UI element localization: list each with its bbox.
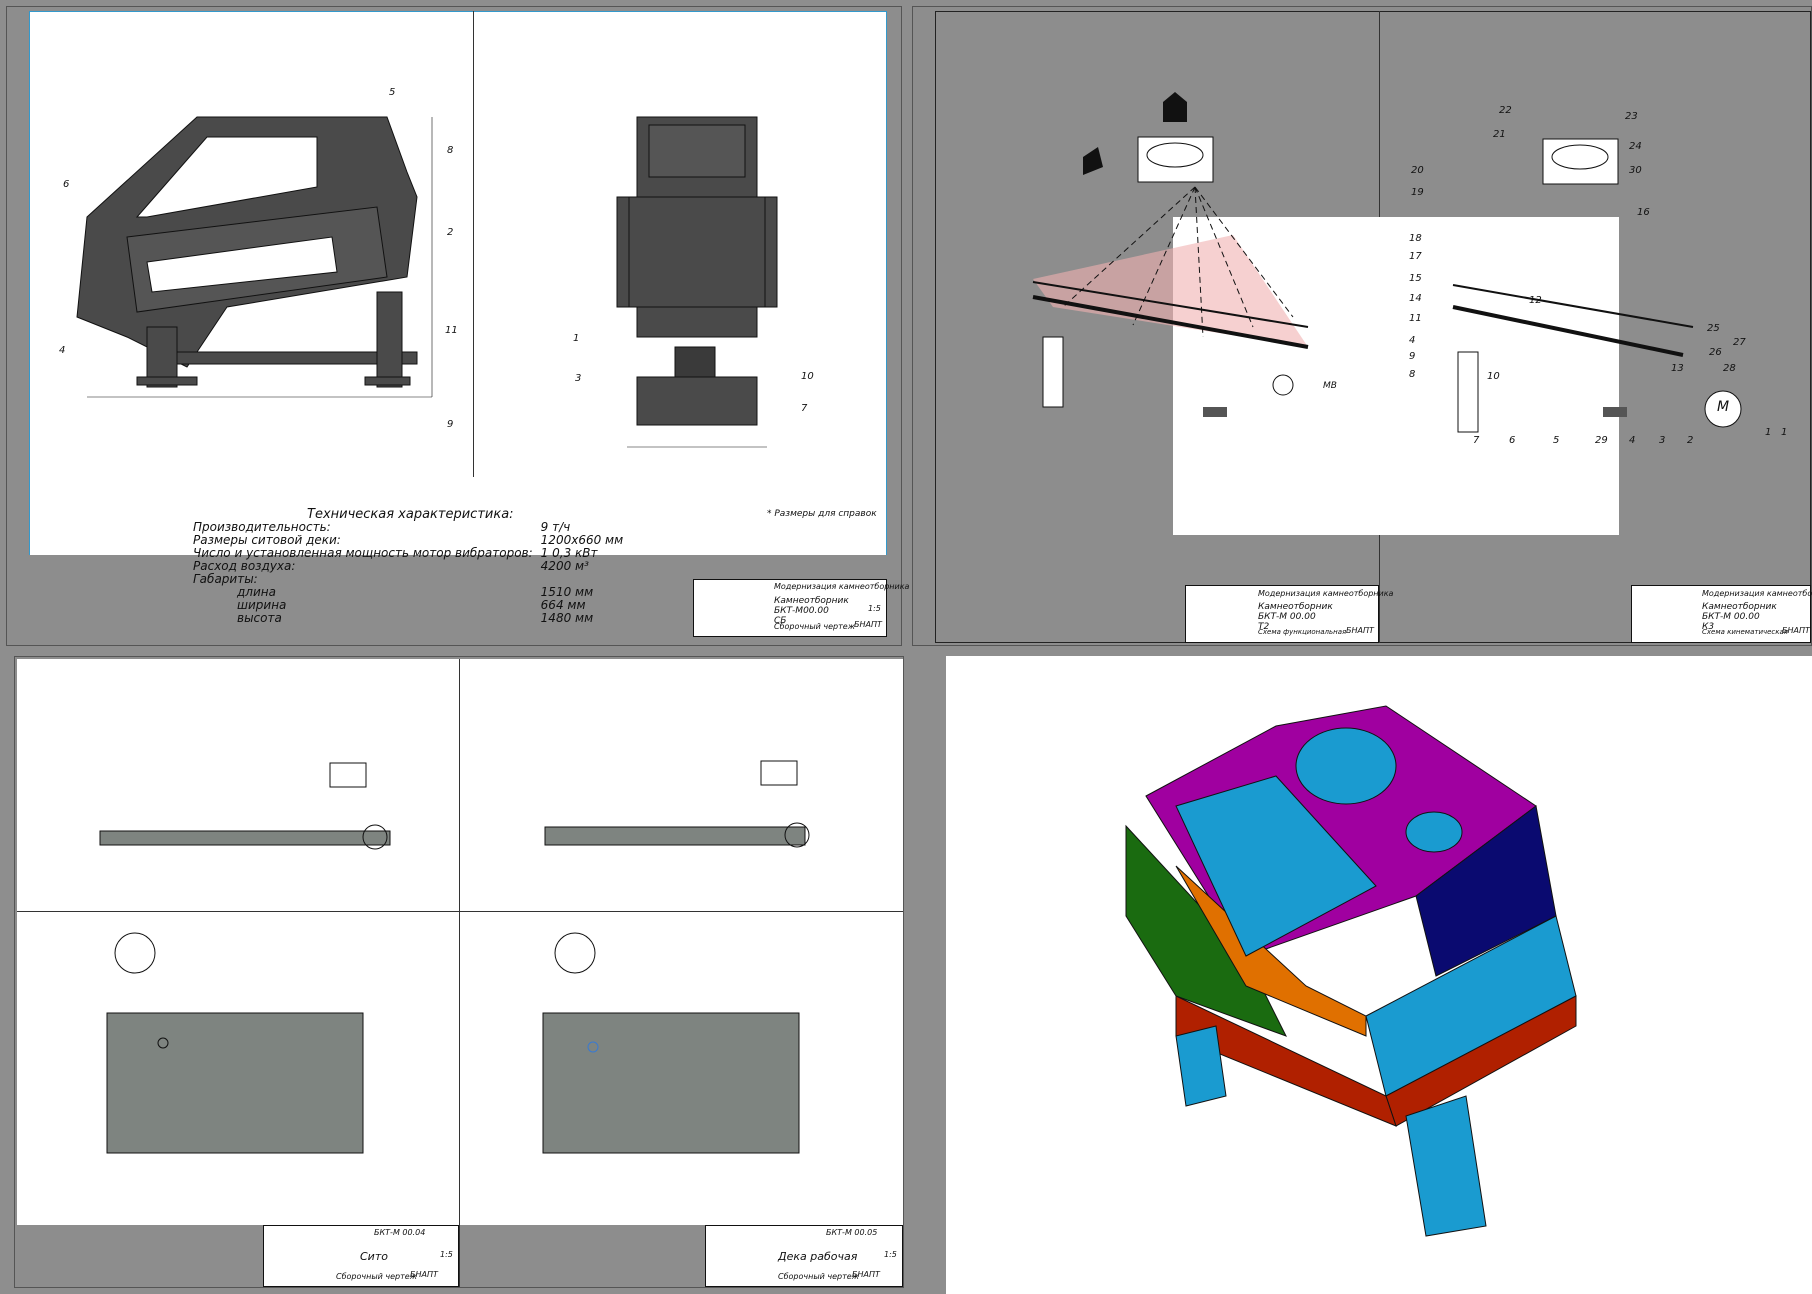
callout-13: 13 [1671,363,1684,374]
callout-30: 30 [1629,165,1642,176]
callout-11: 11 [445,325,458,336]
callout-2: 2 [447,227,454,238]
sheet-schemes: МВ M 22 23 21 24 30 20 19 16 18 17 15 14… [912,6,1812,646]
3d-machine-model [1125,705,1577,1237]
callout-28: 28 [1723,363,1736,374]
title-block-sieve: БКТ-М 00.04 Сито 1:5 Сборочный чертеж БН… [263,1225,459,1287]
callout-10: 10 [801,371,814,382]
motor-label: M [1717,399,1730,415]
callout-7: 7 [1473,435,1480,446]
callout-2: 2 [1687,435,1694,446]
dimensions-note: * Размеры для справок [767,509,877,519]
callout-1: 1 [1765,427,1772,438]
callout-3: 3 [575,373,582,384]
sieve-deck-views [99,760,810,1154]
sheet-assembly-drawing: 5 8 6 2 4 11 9 1 10 3 7 Техническая хара… [6,6,909,646]
callout-4: 4 [59,345,66,356]
callout-8: 8 [447,145,454,156]
callout-5: 5 [1553,435,1560,446]
callout-23: 23 [1625,111,1638,122]
callout-11: 11 [1409,313,1422,324]
side-view-drawing [76,116,433,398]
callout-4: 4 [1409,335,1416,346]
callout-8: 8 [1409,369,1416,380]
callout-4b: 4 [1629,435,1636,446]
functional-scheme [1032,92,1742,433]
title-block-functional: Модернизация камнеотборника Камнеотборни… [1185,585,1393,643]
callout-26: 26 [1709,347,1722,358]
callout-29: 29 [1595,435,1608,446]
title-block: Модернизация камнеотборника Камнеотборни… [693,579,909,637]
front-view-drawing [616,116,778,448]
callout-9: 9 [1409,351,1416,362]
callout-24: 24 [1629,141,1642,152]
callout-19: 19 [1411,187,1424,198]
callout-12: 12 [1529,295,1542,306]
callout-27: 27 [1733,337,1746,348]
callout-1: 1 [573,333,580,344]
tech-table: Производительность: 9 т/ч Размеры ситовой… [193,521,623,625]
callout-22: 22 [1499,105,1512,116]
callout-15: 15 [1409,273,1422,284]
sheet-3d-model [946,656,1812,1294]
tech-title: Техническая характеристика: [307,507,514,522]
callout-18: 18 [1409,233,1422,244]
callout-16: 16 [1637,207,1650,218]
callout-7: 7 [801,403,808,414]
callout-17: 17 [1409,251,1422,262]
callout-25: 25 [1707,323,1720,334]
callout-5: 5 [389,87,396,98]
callout-10: 10 [1487,371,1500,382]
callout-21: 21 [1493,129,1506,140]
callout-6: 6 [1509,435,1516,446]
sheet-sieve-deck: БКТ-М 00.04 Сито 1:5 Сборочный чертеж БН… [14,656,904,1288]
callout-20: 20 [1411,165,1424,176]
title-block-kinematic: Модернизация камнеотборника Камнеотборни… [1631,585,1812,643]
mv-label: МВ [1323,381,1337,391]
callout-9: 9 [447,419,454,430]
callout-1b: 1 [1781,427,1788,438]
tech-row: высота 1480 мм [237,611,594,625]
title-block-deck: БКТ-М 00.05 Дека рабочая 1:5 Сборочный ч… [705,1225,903,1287]
callout-14: 14 [1409,293,1422,304]
callout-3: 3 [1659,435,1666,446]
callout-6: 6 [63,179,70,190]
